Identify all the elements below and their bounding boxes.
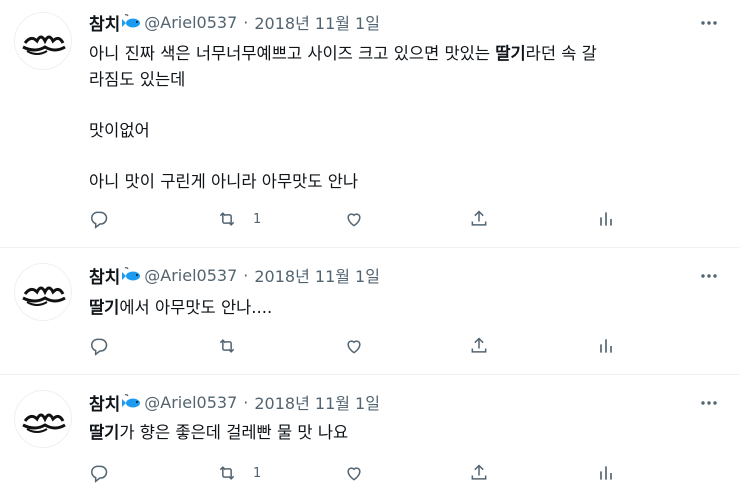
avatar[interactable] [14, 12, 72, 70]
tweet-actions: 1 [89, 461, 629, 485]
heart-icon [347, 467, 361, 481]
avatar-image [22, 413, 66, 433]
tweet-text-line: 딸기에서 아무맛도 안나.... [89, 298, 273, 317]
share-button[interactable] [469, 461, 489, 485]
tweet-text-line: 아니 진짜 색은 너무너무예쁘고 사이즈 크고 있으면 맛있는 딸기라던 속 갈 [89, 44, 597, 63]
tweet-header: 참치 @Ariel0537 · 2018년 11월 1일 [89, 10, 380, 35]
tweet-text-line: 맛이없어 [89, 121, 150, 140]
display-name[interactable]: 참치 [89, 390, 120, 415]
tweet-header: 참치 @Ariel0537 · 2018년 11월 1일 [89, 390, 380, 415]
more-options-icon[interactable] [698, 265, 720, 287]
heart-icon [347, 340, 361, 354]
share-button[interactable] [469, 334, 489, 358]
retweet-icon [219, 339, 235, 353]
retweet-button[interactable] [217, 334, 253, 358]
retweet-count: 1 [253, 211, 262, 227]
reply-icon [91, 338, 108, 356]
tweet-actions [89, 334, 629, 358]
tweet-2[interactable]: 참치 @Ariel0537 · 2018년 11월 1일 딸기에서 아무맛도 안… [0, 248, 740, 374]
reply-button[interactable] [89, 207, 109, 231]
more-options-icon[interactable] [698, 392, 720, 414]
analytics-button[interactable] [596, 334, 616, 358]
tweet-text-line [89, 93, 719, 119]
tweet-1[interactable]: 참치 @Ariel0537 · 2018년 11월 1일 아니 진짜 색은 너무… [0, 0, 740, 247]
tweet-actions: 1 [89, 207, 629, 231]
fish-emoji-icon [122, 265, 142, 285]
avatar[interactable] [14, 263, 72, 321]
like-button[interactable] [344, 207, 364, 231]
analytics-button[interactable] [596, 207, 616, 231]
avatar[interactable] [14, 390, 72, 448]
separator-dot: · [243, 392, 249, 412]
reply-icon [91, 465, 108, 483]
user-handle[interactable]: @Ariel0537 [144, 266, 237, 285]
analytics-button[interactable] [596, 461, 616, 485]
share-icon [471, 210, 487, 226]
avatar-image [22, 35, 66, 55]
tweet-date[interactable]: 2018년 11월 1일 [254, 10, 380, 34]
reply-button[interactable] [89, 461, 109, 485]
user-handle[interactable]: @Ariel0537 [144, 393, 237, 412]
share-icon [471, 464, 487, 480]
tweet-text: 딸기에서 아무맛도 안나.... [89, 295, 719, 321]
reply-button[interactable] [89, 334, 109, 358]
display-name[interactable]: 참치 [89, 263, 120, 288]
retweet-icon [219, 212, 235, 226]
analytics-icon [600, 466, 612, 480]
tweet-date[interactable]: 2018년 11월 1일 [254, 390, 380, 414]
tweet-text: 아니 진짜 색은 너무너무예쁘고 사이즈 크고 있으면 맛있는 딸기라던 속 갈… [89, 41, 719, 195]
display-name[interactable]: 참치 [89, 10, 120, 35]
tweet-text-line: 아니 맛이 구린게 아니라 아무맛도 안나 [89, 172, 359, 191]
fish-emoji-icon [122, 12, 142, 32]
tweet-3[interactable]: 참치 @Ariel0537 · 2018년 11월 1일 딸기가 향은 좋은데 … [0, 375, 740, 487]
heart-icon [347, 213, 361, 227]
separator-dot: · [243, 265, 249, 285]
tweet-text: 딸기가 향은 좋은데 걸레빤 물 맛 나요 [89, 420, 719, 446]
analytics-icon [600, 339, 612, 353]
tweet-date[interactable]: 2018년 11월 1일 [254, 263, 380, 287]
retweet-icon [219, 466, 235, 480]
share-icon [471, 337, 487, 353]
retweet-button[interactable]: 1 [217, 461, 261, 485]
like-button[interactable] [344, 334, 364, 358]
retweet-button[interactable]: 1 [217, 207, 261, 231]
more-options-icon[interactable] [698, 12, 720, 34]
reply-icon [91, 211, 108, 229]
retweet-count: 1 [253, 465, 262, 481]
tweet-text-line [89, 144, 719, 170]
tweet-text-line: 라짐도 있는데 [89, 70, 186, 89]
tweet-header: 참치 @Ariel0537 · 2018년 11월 1일 [89, 263, 380, 288]
tweet-text-line: 딸기가 향은 좋은데 걸레빤 물 맛 나요 [89, 423, 349, 442]
avatar-image [22, 286, 66, 306]
separator-dot: · [243, 12, 249, 32]
analytics-icon [600, 212, 612, 226]
fish-emoji-icon [122, 392, 142, 412]
share-button[interactable] [469, 207, 489, 231]
like-button[interactable] [344, 461, 364, 485]
user-handle[interactable]: @Ariel0537 [144, 13, 237, 32]
